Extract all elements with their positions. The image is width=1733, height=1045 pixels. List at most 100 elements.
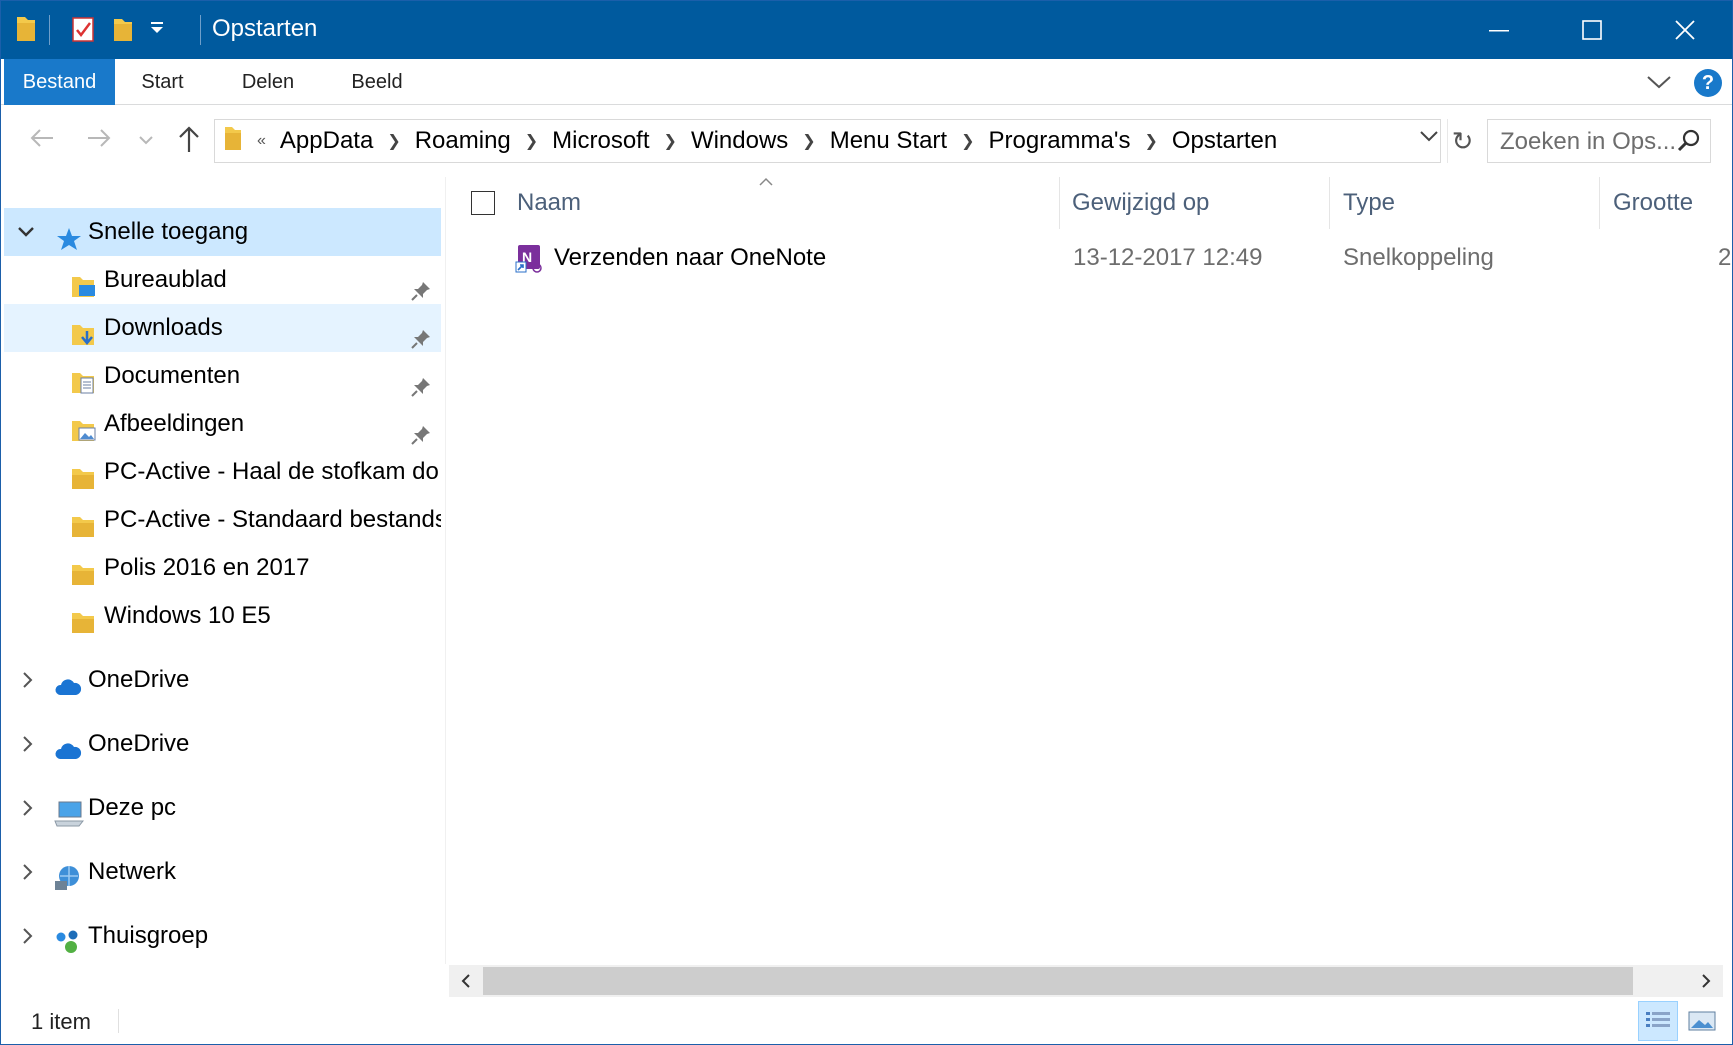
crumb-windows[interactable]: Windows xyxy=(687,127,792,155)
nav-item-afbeeldingen[interactable]: Afbeeldingen xyxy=(4,400,441,448)
chevron-down-icon[interactable] xyxy=(149,21,165,40)
horizontal-scrollbar[interactable] xyxy=(449,965,1723,997)
onedrive-icon xyxy=(54,732,82,759)
status-bar: 1 item xyxy=(1,997,1732,1044)
network-icon xyxy=(54,860,80,890)
nav-item-snelle-toegang[interactable]: Snelle toegang xyxy=(4,208,441,256)
chevron-right-icon[interactable] xyxy=(18,912,38,960)
item-count: 1 item xyxy=(31,1009,91,1034)
maximize-button[interactable] xyxy=(1546,1,1638,59)
back-arrow-icon[interactable] xyxy=(29,125,55,156)
chevron-right-icon[interactable] xyxy=(18,848,38,896)
crumb-programmas[interactable]: Programma's xyxy=(985,127,1135,155)
nav-item-bureaublad[interactable]: Bureaublad xyxy=(4,256,441,304)
nav-item-windows-10-e5[interactable]: Windows 10 E5 xyxy=(4,592,441,640)
chevron-right-icon[interactable]: ❯ xyxy=(1134,131,1167,151)
details-view-button[interactable] xyxy=(1638,1001,1678,1041)
chevron-right-icon[interactable] xyxy=(18,656,38,704)
crumb-roaming[interactable]: Roaming xyxy=(411,127,515,155)
search-icon[interactable] xyxy=(1676,128,1702,159)
chevron-right-icon[interactable]: ❯ xyxy=(654,131,687,151)
nav-item-deze-pc[interactable]: Deze pc xyxy=(4,784,441,832)
nav-item-label: Deze pc xyxy=(88,794,177,821)
sort-ascending-icon xyxy=(758,174,774,192)
refresh-button[interactable]: ↻ xyxy=(1447,119,1477,163)
computer-icon xyxy=(54,796,85,827)
large-icons-view-button[interactable] xyxy=(1682,1001,1722,1041)
scrollbar-thumb[interactable] xyxy=(483,967,1633,995)
crumb-opstarten[interactable]: Opstarten xyxy=(1168,127,1281,155)
minimize-icon xyxy=(1489,30,1509,32)
crumb-microsoft[interactable]: Microsoft xyxy=(548,127,653,155)
title-bar: Opstarten xyxy=(1,1,1732,59)
column-header-gewijzigd-op[interactable]: Gewijzigd op xyxy=(1072,177,1209,229)
nav-item-label: Netwerk xyxy=(88,858,177,885)
nav-item-onedrive-2[interactable]: OneDrive xyxy=(4,720,441,768)
close-button[interactable] xyxy=(1639,1,1731,59)
address-bar[interactable]: « AppData ❯ Roaming ❯ Microsoft ❯ Window… xyxy=(214,119,1441,163)
scroll-right-icon[interactable] xyxy=(1689,965,1723,997)
file-type: Snelkoppeling xyxy=(1343,244,1494,271)
onedrive-icon xyxy=(54,668,82,695)
breadcrumb-overflow[interactable]: « xyxy=(251,132,276,150)
pin-icon[interactable] xyxy=(411,270,431,304)
chevron-right-icon[interactable]: ❯ xyxy=(377,131,410,151)
nav-item-pc-active-standaard[interactable]: PC-Active - Standaard bestands xyxy=(4,496,441,544)
nav-item-thuisgroep[interactable]: Thuisgroep xyxy=(4,912,441,960)
nav-item-label: Thuisgroep xyxy=(88,922,209,949)
search-placeholder: Zoeken in Ops... xyxy=(1500,128,1677,155)
pin-icon[interactable] xyxy=(411,414,431,448)
properties-icon[interactable] xyxy=(71,15,95,48)
new-folder-icon[interactable] xyxy=(111,15,135,48)
chevron-down-icon[interactable] xyxy=(16,208,36,256)
folder-icon[interactable] xyxy=(15,15,37,48)
scroll-left-icon[interactable] xyxy=(449,965,483,997)
file-size: 2 xyxy=(1718,244,1732,271)
recent-locations-icon[interactable] xyxy=(139,133,153,151)
nav-item-label: PC-Active - Haal de stofkam do xyxy=(104,458,439,485)
column-divider[interactable] xyxy=(1599,177,1600,229)
table-row[interactable]: N Verzenden naar OneNote 13-12-2017 12:4… xyxy=(446,235,1732,281)
crumb-appdata[interactable]: AppData xyxy=(276,127,377,155)
column-header-grootte[interactable]: Grootte xyxy=(1613,177,1693,229)
crumb-menu-start[interactable]: Menu Start xyxy=(826,127,951,155)
column-divider[interactable] xyxy=(1059,177,1060,229)
large-icons-view-icon xyxy=(1688,1011,1716,1031)
maximize-icon xyxy=(1582,20,1602,40)
nav-item-polis[interactable]: Polis 2016 en 2017 xyxy=(4,544,441,592)
nav-item-onedrive[interactable]: OneDrive xyxy=(4,656,441,704)
minimize-button[interactable] xyxy=(1453,1,1545,59)
address-dropdown-icon[interactable] xyxy=(1419,129,1439,148)
pin-icon[interactable] xyxy=(411,318,431,352)
column-divider[interactable] xyxy=(1329,177,1330,229)
folder-icon xyxy=(70,556,96,585)
chevron-right-icon[interactable] xyxy=(18,720,38,768)
chevron-right-icon[interactable]: ❯ xyxy=(515,131,548,151)
nav-item-label: Windows 10 E5 xyxy=(104,602,271,629)
chevron-right-icon[interactable]: ❯ xyxy=(951,131,984,151)
chevron-right-icon[interactable]: ❯ xyxy=(792,131,825,151)
tab-start[interactable]: Start xyxy=(115,59,210,105)
column-header-naam[interactable]: Naam xyxy=(517,177,581,229)
forward-arrow-icon[interactable] xyxy=(86,125,112,156)
tab-delen[interactable]: Delen xyxy=(222,59,314,105)
nav-item-documenten[interactable]: Documenten xyxy=(4,352,441,400)
column-header-type[interactable]: Type xyxy=(1343,177,1395,229)
nav-item-netwerk[interactable]: Netwerk xyxy=(4,848,441,896)
nav-item-pc-active-stofkam[interactable]: PC-Active - Haal de stofkam do xyxy=(4,448,441,496)
chevron-right-icon[interactable] xyxy=(18,784,38,832)
help-button[interactable]: ? xyxy=(1694,69,1722,97)
up-arrow-icon[interactable] xyxy=(176,125,202,158)
nav-item-label: OneDrive xyxy=(88,730,190,757)
file-modified: 13-12-2017 12:49 xyxy=(1073,244,1263,271)
nav-item-label: OneDrive xyxy=(88,666,190,693)
search-input[interactable]: Zoeken in Ops... xyxy=(1487,119,1711,163)
select-all-checkbox[interactable] xyxy=(471,191,495,215)
tab-bestand[interactable]: Bestand xyxy=(4,59,115,105)
nav-item-downloads[interactable]: Downloads xyxy=(4,304,441,352)
file-name[interactable]: Verzenden naar OneNote xyxy=(554,235,826,281)
pin-icon[interactable] xyxy=(411,366,431,400)
tab-beeld[interactable]: Beeld xyxy=(331,59,423,105)
expand-ribbon-icon[interactable] xyxy=(1646,69,1672,100)
nav-item-label: Polis 2016 en 2017 xyxy=(104,554,310,581)
